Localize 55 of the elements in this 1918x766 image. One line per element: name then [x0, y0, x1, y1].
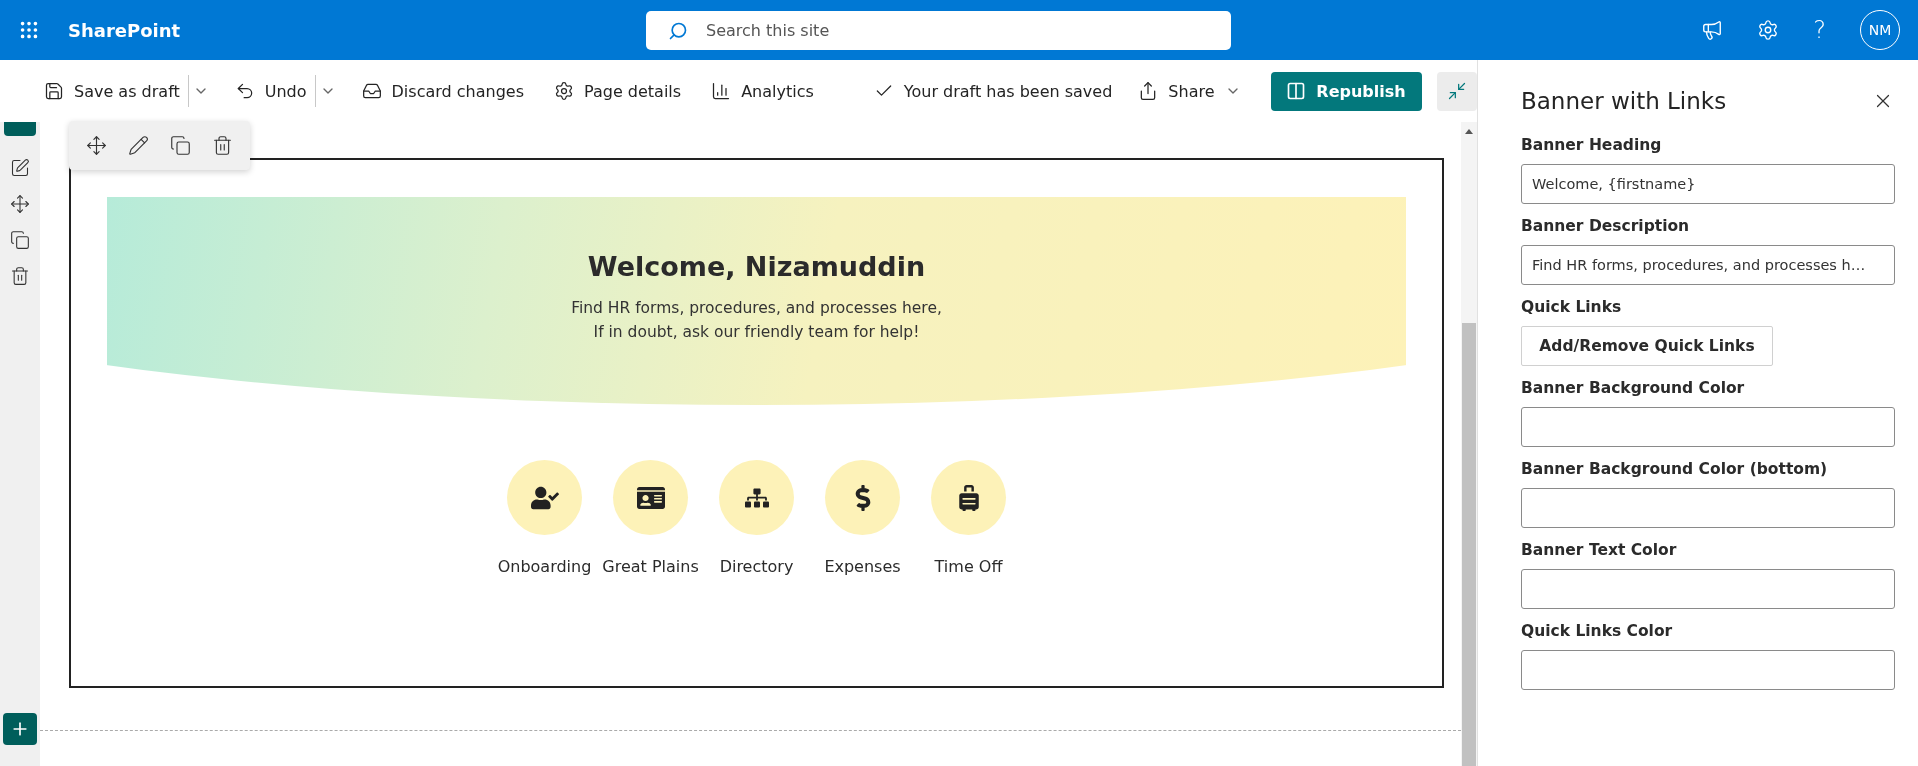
quick-links-button[interactable]: Add/Remove Quick Links [1521, 326, 1773, 366]
megaphone-icon[interactable] [1701, 19, 1724, 41]
add-section-button[interactable] [3, 713, 37, 745]
field-label: Banner Background Color [1521, 379, 1746, 399]
quick-link-label[interactable]: Time Off [934, 557, 1003, 576]
banner-description: If in doubt, ask our friendly team for help! [593, 322, 920, 343]
input-field[interactable] [1521, 488, 1895, 528]
field-label: Banner Text Color [1521, 541, 1678, 561]
command-button[interactable]: Undo [230, 75, 311, 107]
move-arrows-icon [10, 194, 30, 214]
search-icon [668, 20, 688, 41]
trash-icon [212, 135, 234, 156]
trash-icon [10, 266, 30, 286]
app-name[interactable]: SharePoint [68, 19, 646, 41]
move-arrows-icon [85, 135, 107, 156]
settings-icon[interactable] [1757, 19, 1780, 41]
field-label: Banner Heading [1521, 136, 1663, 156]
quick-link-label[interactable]: Great Plains [602, 557, 699, 576]
field-label: Quick Links Color [1521, 622, 1674, 642]
copy-icon [10, 230, 30, 250]
input-field[interactable] [1521, 407, 1895, 447]
command-button[interactable]: Analytics [707, 75, 818, 107]
command-button[interactable]: Save as draft [40, 75, 184, 107]
pencil-icon [127, 135, 149, 156]
banner-description: Find HR forms, procedures, and processes here, [571, 298, 942, 319]
command-button[interactable]: Page details [550, 75, 686, 107]
quick-link-label[interactable]: Onboarding [497, 557, 592, 576]
pencil-square-icon [10, 158, 30, 178]
collapse-button[interactable] [1436, 71, 1477, 111]
save-status-text: Your draft has been saved [903, 81, 1113, 101]
field-label: Banner Description [1521, 217, 1691, 237]
input-field[interactable]: Find HR forms, procedures, and processes h… [1521, 245, 1895, 285]
org-chart-icon [744, 485, 769, 510]
app-launcher-icon[interactable] [18, 19, 40, 41]
input-field[interactable] [1521, 650, 1895, 690]
input-field[interactable]: Welcome, {firstname} [1521, 164, 1895, 204]
settings-icon [554, 81, 574, 101]
input-field[interactable] [1521, 569, 1895, 609]
copy-icon [170, 135, 192, 156]
tray-icon [361, 81, 382, 101]
search-field[interactable]: Search this site [646, 10, 1231, 50]
quick-link-label[interactable]: Directory [719, 557, 794, 576]
help-icon[interactable]: ? [1813, 16, 1826, 44]
republish-button[interactable]: Republish [1270, 71, 1422, 111]
save-icon [44, 81, 64, 101]
command-button[interactable]: Discard changes [357, 75, 528, 107]
collapse-arrows-icon [1446, 81, 1467, 101]
field-label: Banner Background Color (bottom) [1521, 460, 1829, 480]
scrollbar[interactable] [1461, 122, 1477, 766]
panel-title: Banner with Links [1521, 88, 1727, 114]
chart-icon [711, 81, 732, 101]
quick-link-label[interactable]: Expenses [824, 557, 901, 576]
field-label: Quick Links [1521, 298, 1623, 318]
share-button[interactable]: Share [1134, 75, 1245, 107]
banner-heading: Welcome, Nizamuddin [587, 251, 926, 282]
